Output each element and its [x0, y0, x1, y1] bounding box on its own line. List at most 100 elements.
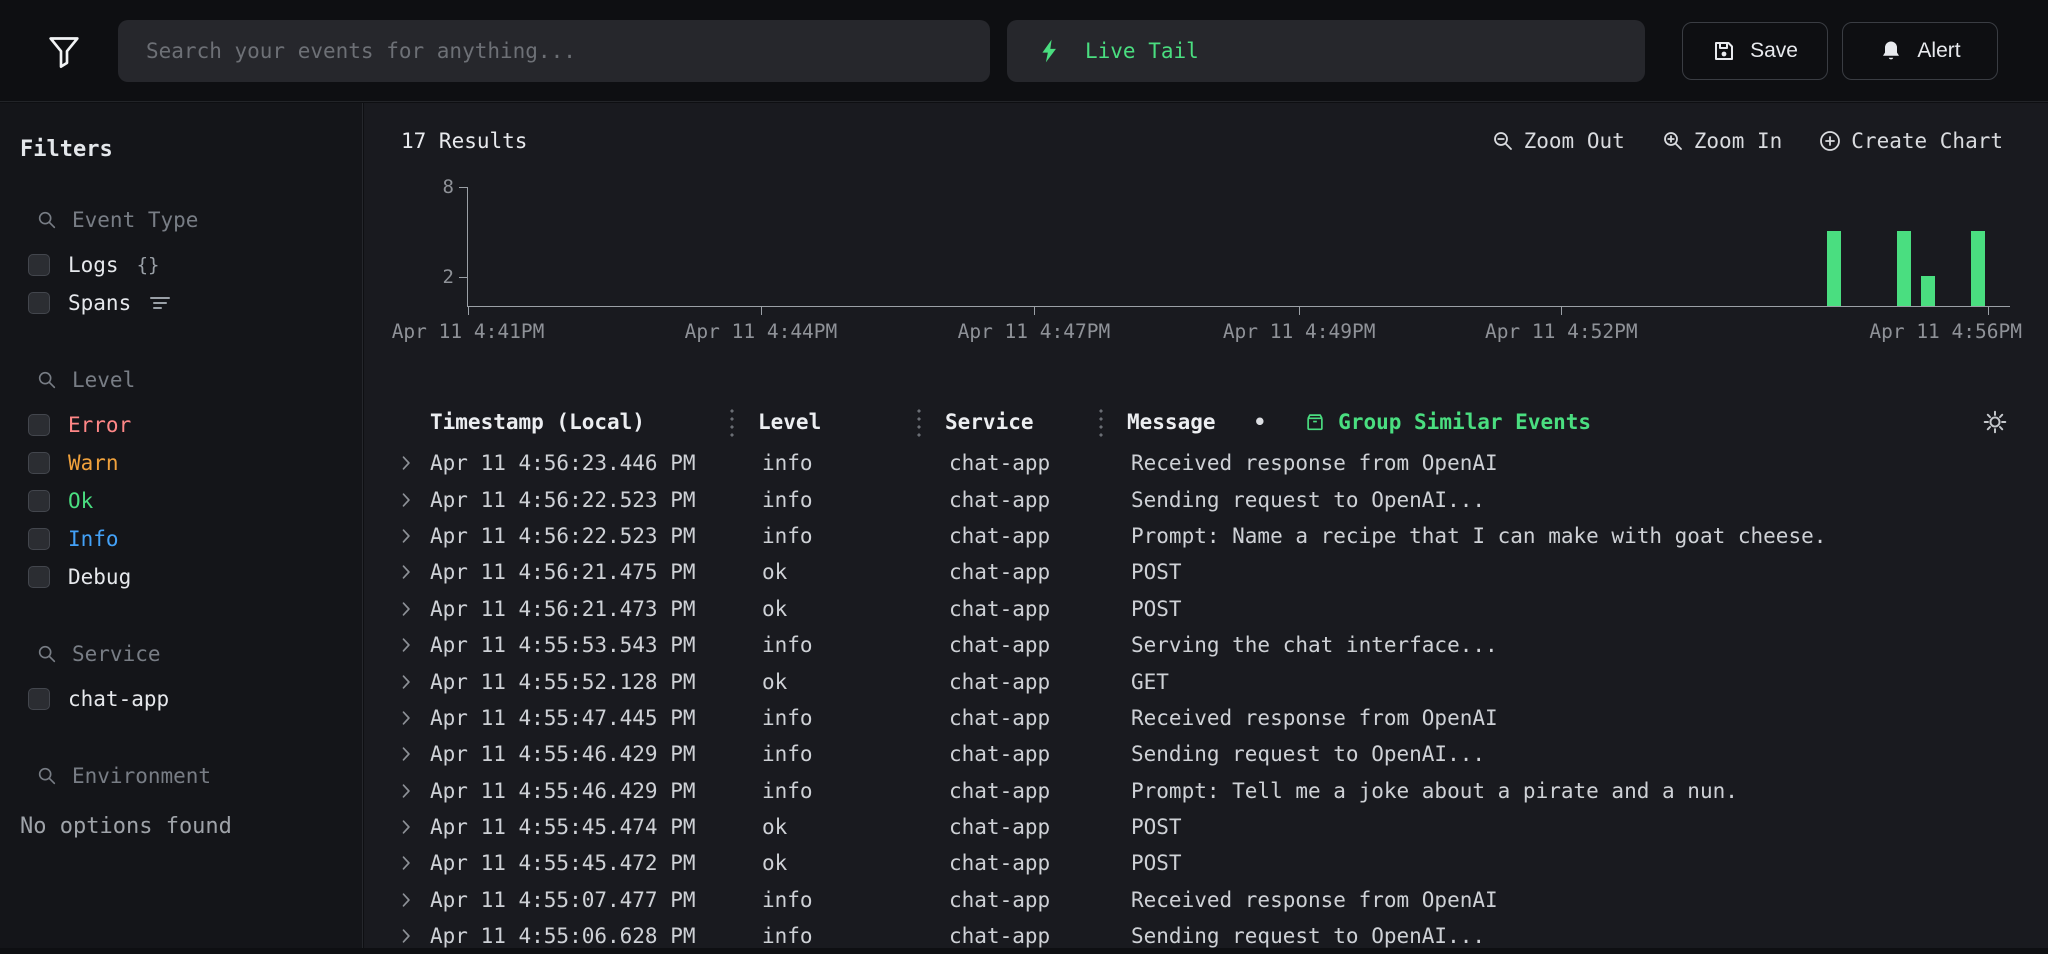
- filter-option[interactable]: Warn: [20, 444, 362, 482]
- filter-section-search[interactable]: Level: [20, 368, 362, 392]
- group-similar-events-button[interactable]: Group Similar Events: [1304, 410, 1591, 434]
- filter-option[interactable]: Spans: [20, 284, 362, 322]
- events-histogram: 82Apr 11 4:41PMApr 11 4:44PMApr 11 4:47P…: [467, 187, 2010, 359]
- column-header-service[interactable]: Service: [945, 410, 1034, 434]
- filter-option[interactable]: Debug: [20, 558, 362, 596]
- log-level: info: [730, 742, 917, 766]
- expand-chevron-icon[interactable]: [396, 453, 430, 473]
- filter-section-search[interactable]: Event Type: [20, 208, 362, 232]
- log-row[interactable]: Apr 11 4:55:45.472 PM ok chat-app POST: [396, 845, 2008, 881]
- log-row[interactable]: Apr 11 4:56:21.473 PM ok chat-app POST: [396, 591, 2008, 627]
- log-level: ok: [730, 670, 917, 694]
- create-chart-button[interactable]: Create Chart: [1818, 129, 2003, 153]
- table-header-row: Timestamp (Local) Level Service Message …: [396, 399, 2008, 445]
- filter-funnel-icon[interactable]: [44, 31, 84, 71]
- log-level: ok: [730, 597, 917, 621]
- log-level: ok: [730, 560, 917, 584]
- filter-option[interactable]: Error: [20, 406, 362, 444]
- expand-chevron-icon[interactable]: [396, 490, 430, 510]
- log-row[interactable]: Apr 11 4:55:52.128 PM ok chat-app GET: [396, 663, 2008, 699]
- expand-chevron-icon[interactable]: [396, 744, 430, 764]
- log-service: chat-app: [917, 851, 1099, 875]
- column-resize-handle[interactable]: [1099, 407, 1103, 437]
- checkbox[interactable]: [28, 452, 50, 474]
- zoom-out-button[interactable]: Zoom Out: [1491, 129, 1625, 153]
- checkbox[interactable]: [28, 292, 50, 314]
- log-service: chat-app: [917, 524, 1099, 548]
- save-label: Save: [1750, 39, 1798, 63]
- log-row[interactable]: Apr 11 4:56:22.523 PM info chat-app Send…: [396, 481, 2008, 517]
- expand-chevron-icon[interactable]: [396, 672, 430, 692]
- alert-button[interactable]: Alert: [1842, 22, 1998, 80]
- log-message: Sending request to OpenAI...: [1099, 924, 2008, 948]
- checkbox[interactable]: [28, 528, 50, 550]
- results-bar: 17 Results Zoom Out Zoom In: [401, 129, 2003, 153]
- live-tail-button[interactable]: Live Tail: [1007, 20, 1645, 82]
- expand-chevron-icon[interactable]: [396, 781, 430, 801]
- expand-chevron-icon[interactable]: [396, 853, 430, 873]
- log-timestamp: Apr 11 4:55:07.477 PM: [430, 888, 730, 912]
- log-service: chat-app: [917, 633, 1099, 657]
- filter-option[interactable]: Logs {}: [20, 246, 362, 284]
- expand-chevron-icon[interactable]: [396, 635, 430, 655]
- x-axis-tick-label: Apr 11 4:49PM: [1223, 320, 1376, 343]
- group-box-icon: [1304, 411, 1326, 433]
- log-timestamp: Apr 11 4:55:45.474 PM: [430, 815, 730, 839]
- histogram-bar: [1897, 231, 1911, 306]
- column-header-level[interactable]: Level: [758, 410, 821, 434]
- log-row[interactable]: Apr 11 4:55:45.474 PM ok chat-app POST: [396, 809, 2008, 845]
- filter-section-search[interactable]: Service: [20, 642, 362, 666]
- checkbox[interactable]: [28, 254, 50, 276]
- checkbox[interactable]: [28, 490, 50, 512]
- column-header-message[interactable]: Message: [1127, 410, 1216, 434]
- expand-chevron-icon[interactable]: [396, 562, 430, 582]
- column-resize-handle[interactable]: [730, 407, 734, 437]
- filter-option[interactable]: Info: [20, 520, 362, 558]
- filter-section-title: Level: [72, 368, 135, 392]
- search-input[interactable]: [118, 20, 990, 82]
- checkbox[interactable]: [28, 688, 50, 710]
- table-settings-gear-icon[interactable]: [1966, 409, 2008, 435]
- log-row[interactable]: Apr 11 4:55:06.628 PM info chat-app Send…: [396, 918, 2008, 954]
- log-row[interactable]: Apr 11 4:56:21.475 PM ok chat-app POST: [396, 554, 2008, 590]
- log-row[interactable]: Apr 11 4:55:53.543 PM info chat-app Serv…: [396, 627, 2008, 663]
- log-level: info: [730, 488, 917, 512]
- results-count: 17 Results: [401, 129, 527, 153]
- expand-chevron-icon[interactable]: [396, 599, 430, 619]
- expand-chevron-icon[interactable]: [396, 526, 430, 546]
- log-message: Sending request to OpenAI...: [1099, 742, 2008, 766]
- expand-chevron-icon[interactable]: [396, 890, 430, 910]
- log-row[interactable]: Apr 11 4:56:22.523 PM info chat-app Prom…: [396, 518, 2008, 554]
- filter-option-label: Logs: [68, 253, 119, 277]
- filter-option-label: Warn: [68, 451, 119, 475]
- column-header-timestamp[interactable]: Timestamp (Local): [430, 410, 730, 434]
- create-chart-plus-icon: [1818, 129, 1842, 153]
- checkbox[interactable]: [28, 414, 50, 436]
- log-service: chat-app: [917, 451, 1099, 475]
- y-axis-tick-label: 8: [426, 176, 454, 198]
- column-resize-handle[interactable]: [917, 407, 921, 437]
- zoom-in-button[interactable]: Zoom In: [1661, 129, 1783, 153]
- search-icon: [36, 369, 58, 391]
- filter-option[interactable]: chat-app: [20, 680, 362, 718]
- checkbox[interactable]: [28, 566, 50, 588]
- filter-section-title: Service: [72, 642, 161, 666]
- log-row[interactable]: Apr 11 4:55:46.429 PM info chat-app Prom…: [396, 773, 2008, 809]
- log-row[interactable]: Apr 11 4:55:47.445 PM info chat-app Rece…: [396, 700, 2008, 736]
- log-service: chat-app: [917, 924, 1099, 948]
- log-row[interactable]: Apr 11 4:55:07.477 PM info chat-app Rece…: [396, 882, 2008, 918]
- log-level: info: [730, 924, 917, 948]
- save-button[interactable]: Save: [1682, 22, 1828, 80]
- histogram-bar: [1971, 231, 1985, 306]
- search-icon: [36, 209, 58, 231]
- filter-option[interactable]: Ok: [20, 482, 362, 520]
- expand-chevron-icon[interactable]: [396, 926, 430, 946]
- expand-chevron-icon[interactable]: [396, 817, 430, 837]
- log-timestamp: Apr 11 4:55:06.628 PM: [430, 924, 730, 948]
- filter-option-label: Spans: [68, 291, 131, 315]
- filter-section-search[interactable]: Environment: [20, 764, 362, 788]
- log-row[interactable]: Apr 11 4:55:46.429 PM info chat-app Send…: [396, 736, 2008, 772]
- log-message: POST: [1099, 815, 2008, 839]
- expand-chevron-icon[interactable]: [396, 708, 430, 728]
- log-row[interactable]: Apr 11 4:56:23.446 PM info chat-app Rece…: [396, 445, 2008, 481]
